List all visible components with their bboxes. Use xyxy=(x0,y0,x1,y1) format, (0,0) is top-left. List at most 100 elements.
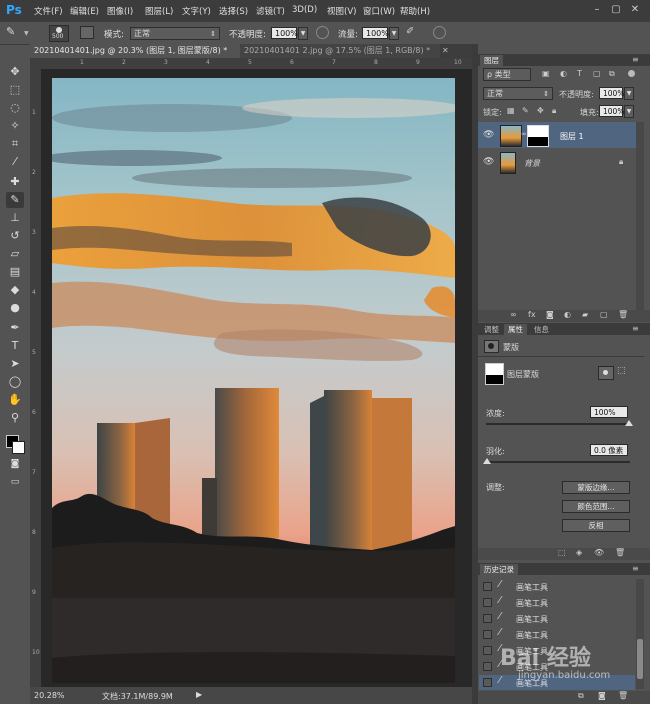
delete-mask-icon[interactable]: 🗑︎ xyxy=(615,548,625,557)
feather-slider-track[interactable] xyxy=(486,461,630,463)
type-tool-icon[interactable]: T xyxy=(6,338,24,354)
status-menu-arrow-icon[interactable]: ▶ xyxy=(196,690,202,699)
filter-toggle-icon[interactable] xyxy=(628,70,635,77)
layers-scrollbar[interactable] xyxy=(636,122,644,310)
brush-tool-icon[interactable]: ✎ xyxy=(6,192,24,208)
history-checkbox[interactable] xyxy=(483,678,492,687)
history-brush-icon[interactable]: ↺ xyxy=(6,228,24,244)
airbrush-icon[interactable]: ✐ xyxy=(406,26,419,39)
menu-edit[interactable]: 编辑(E) xyxy=(70,5,99,17)
layer-row-layer1[interactable]: 👁︎ ∞ 图层 1 xyxy=(478,122,636,148)
lock-position-icon[interactable]: ✥ xyxy=(537,106,544,115)
fill-dropdown-icon[interactable]: ▼ xyxy=(624,105,634,118)
tab-document-2[interactable]: 20210401401 2.jpg @ 17.5% (图层 1, RGB/8) … xyxy=(240,44,440,58)
fill-input[interactable]: 100% xyxy=(599,105,624,117)
history-checkbox[interactable] xyxy=(483,614,492,623)
move-tool-icon[interactable]: ✥ xyxy=(6,64,24,80)
layer-opacity-input[interactable]: 100% xyxy=(599,87,624,99)
menu-select[interactable]: 选择(S) xyxy=(219,5,248,17)
density-slider-track[interactable] xyxy=(486,423,630,425)
history-item[interactable]: ⁄ 画笔工具 xyxy=(479,611,635,626)
menu-filter[interactable]: 滤镜(T) xyxy=(256,5,285,17)
opacity-dropdown-icon[interactable]: ▼ xyxy=(298,27,308,40)
pixel-mask-button[interactable] xyxy=(598,366,614,380)
delete-state-icon[interactable]: 🗑︎ xyxy=(618,691,628,700)
background-color[interactable] xyxy=(12,441,25,454)
pressure-size-icon[interactable] xyxy=(433,26,446,39)
filter-pixel-icon[interactable]: ▣ xyxy=(542,69,550,78)
blend-mode-select[interactable]: 正常 ⇕ xyxy=(483,87,553,100)
screen-mode-icon[interactable]: ▭ xyxy=(6,474,24,490)
close-icon[interactable]: ✕ xyxy=(628,3,642,17)
history-checkbox[interactable] xyxy=(483,646,492,655)
adjustment-layer-icon[interactable]: ◐ xyxy=(564,310,571,319)
dodge-icon[interactable]: ● xyxy=(6,300,24,316)
zoom-tool-icon[interactable]: ⚲ xyxy=(6,410,24,426)
clone-stamp-icon[interactable]: ⊥ xyxy=(6,210,24,226)
link-layers-icon[interactable]: ∞ xyxy=(510,310,517,319)
add-mask-icon[interactable]: ◙ xyxy=(546,310,554,319)
tab-properties[interactable]: 属性 xyxy=(504,324,527,335)
menu-3d[interactable]: 3D(D) xyxy=(292,5,317,15)
visibility-eye-icon[interactable]: 👁︎ xyxy=(483,130,494,140)
filter-shape-icon[interactable]: ▢ xyxy=(593,69,601,78)
crop-tool-icon[interactable]: ⌗ xyxy=(6,136,24,152)
mask-edge-button[interactable]: 蒙版边缘... xyxy=(562,481,630,494)
panel-menu-icon[interactable]: ≡ xyxy=(632,564,639,573)
quick-mask-icon[interactable]: ◙ xyxy=(6,456,24,472)
visibility-eye-icon[interactable]: 👁︎ xyxy=(483,157,494,167)
history-checkbox[interactable] xyxy=(483,598,492,607)
zoom-level[interactable]: 20.28% xyxy=(34,691,65,700)
close-tab-icon[interactable]: ✕ xyxy=(442,46,449,55)
menu-window[interactable]: 窗口(W) xyxy=(363,5,395,17)
history-checkbox[interactable] xyxy=(483,662,492,671)
lock-all-icon[interactable]: 🔒︎ xyxy=(552,106,556,116)
eyedropper-icon[interactable]: ⁄ xyxy=(6,154,24,170)
history-scrollbar[interactable] xyxy=(636,579,644,689)
delete-layer-icon[interactable]: 🗑︎ xyxy=(618,310,628,319)
brush-tool-icon[interactable]: ✎ xyxy=(6,25,20,39)
density-slider-handle[interactable] xyxy=(625,420,633,426)
layer-opacity-dropdown-icon[interactable]: ▼ xyxy=(624,87,634,100)
chevron-down-icon[interactable]: ▼ xyxy=(24,30,29,37)
blur-icon[interactable]: ◆ xyxy=(6,282,24,298)
new-group-icon[interactable]: ▰ xyxy=(582,310,588,319)
history-checkbox[interactable] xyxy=(483,582,492,591)
new-document-from-state-icon[interactable]: ⧉ xyxy=(578,691,584,701)
density-input[interactable]: 100% xyxy=(590,406,628,418)
toggle-mask-icon[interactable]: 👁︎ xyxy=(594,548,604,557)
menu-help[interactable]: 帮助(H) xyxy=(400,5,430,17)
vector-mask-icon[interactable]: ⬚ xyxy=(617,366,626,376)
color-range-button[interactable]: 颜色范围... xyxy=(562,500,630,513)
layer-style-icon[interactable]: fx xyxy=(528,310,536,319)
menu-type[interactable]: 文字(Y) xyxy=(182,5,211,17)
feather-input[interactable]: 0.0 像素 xyxy=(590,444,628,456)
hand-tool-icon[interactable]: ✋ xyxy=(6,392,24,408)
filter-type-icon[interactable]: T xyxy=(577,69,582,78)
apply-mask-icon[interactable]: ◈ xyxy=(576,548,582,557)
filter-smart-icon[interactable]: ⧉ xyxy=(609,69,615,79)
pen-tool-icon[interactable]: ✒ xyxy=(6,320,24,336)
panel-menu-icon[interactable]: ≡ xyxy=(632,55,639,64)
layer-mask-thumbnail[interactable] xyxy=(527,125,549,147)
tab-info[interactable]: 信息 xyxy=(530,324,553,335)
magic-wand-icon[interactable]: ✧ xyxy=(6,118,24,134)
tab-document-1[interactable]: 20210401401.jpg @ 20.3% (图层 1, 图层蒙版/8) * xyxy=(30,44,240,58)
invert-button[interactable]: 反相 xyxy=(562,519,630,532)
shape-tool-icon[interactable]: ◯ xyxy=(6,374,24,390)
brush-preset-picker[interactable]: 500 xyxy=(49,25,69,42)
link-chain-icon[interactable]: ∞ xyxy=(521,130,527,138)
maximize-icon[interactable]: ▢ xyxy=(609,3,623,17)
path-select-icon[interactable]: ➤ xyxy=(6,356,24,372)
document-canvas-image[interactable] xyxy=(52,78,455,683)
minimize-icon[interactable]: – xyxy=(590,3,604,17)
menu-layer[interactable]: 图层(L) xyxy=(145,5,173,17)
flow-input[interactable]: 100% xyxy=(362,27,389,39)
tab-layers[interactable]: 图层 xyxy=(480,55,503,66)
panel-menu-icon[interactable]: ≡ xyxy=(632,324,639,333)
history-checkbox[interactable] xyxy=(483,630,492,639)
menu-file[interactable]: 文件(F) xyxy=(34,5,63,17)
layer-row-background[interactable]: 👁︎ 背景 🔒︎ xyxy=(478,149,636,175)
load-selection-icon[interactable]: ⬚ xyxy=(558,548,566,557)
brush-panel-toggle-icon[interactable] xyxy=(80,26,94,39)
